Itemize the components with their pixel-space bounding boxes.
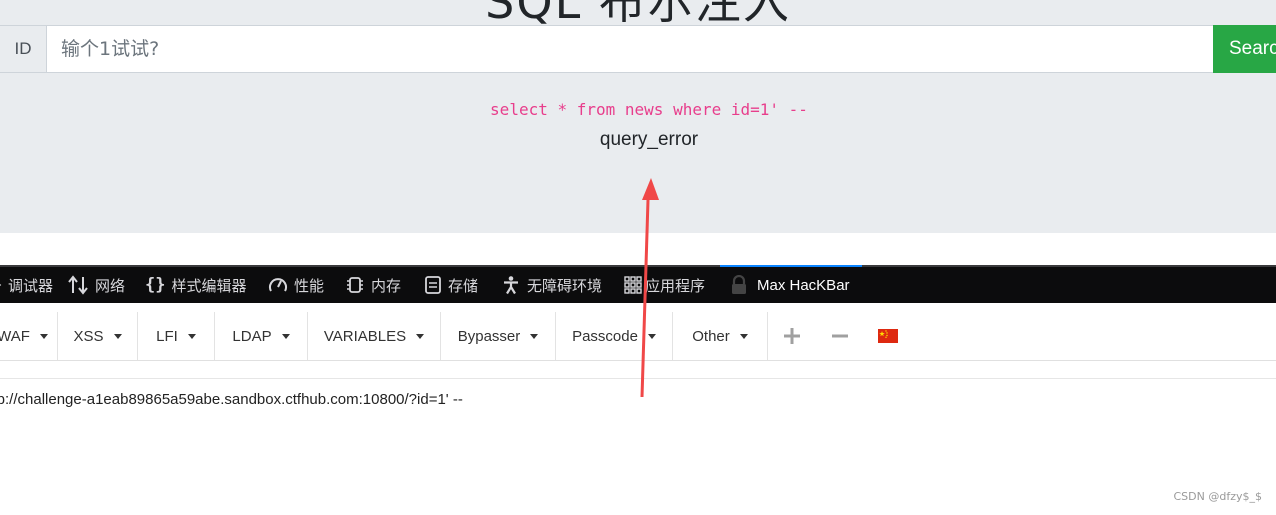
devtools-tab-bar: 调试器 网络 {} 样式编辑器 性能 内存 存储 无障碍环境 应用程序 Max … — [0, 265, 1276, 303]
minus-icon[interactable] — [816, 312, 864, 360]
tab-application[interactable]: 应用程序 — [624, 267, 705, 303]
chevron-down-icon — [416, 333, 425, 339]
china-flag-icon[interactable] — [864, 312, 912, 360]
xss-menu[interactable]: XSS — [58, 312, 138, 360]
other-menu[interactable]: Other — [673, 312, 768, 360]
plus-icon[interactable] — [768, 312, 816, 360]
memory-icon — [345, 275, 365, 295]
query-result-text: query_error — [599, 129, 699, 150]
tab-accessibility[interactable]: 无障碍环境 — [501, 267, 602, 303]
sql-query-text: select * from news where id=1' -- — [490, 100, 808, 119]
tab-network[interactable]: 网络 — [67, 267, 125, 303]
network-icon — [67, 275, 89, 295]
style-editor-icon: {} — [145, 275, 166, 295]
search-form: ID Search — [0, 25, 1276, 73]
ldap-menu[interactable]: LDAP — [215, 312, 308, 360]
query-panel: SQL 布尔注入 ID Search select * from news wh… — [0, 0, 1276, 233]
hackbar-icon — [730, 275, 748, 295]
chevron-down-icon — [187, 333, 196, 339]
chevron-down-icon — [281, 333, 290, 339]
tab-storage[interactable]: 存储 — [424, 267, 478, 303]
debugger-icon — [0, 278, 2, 292]
tab-performance[interactable]: 性能 — [268, 267, 324, 303]
accessibility-icon — [501, 275, 521, 295]
toolbar-divider — [0, 378, 1276, 379]
watermark: CSDN @dfzy$_$ — [1173, 490, 1263, 503]
chevron-down-icon — [113, 333, 122, 339]
passcode-menu[interactable]: Passcode — [556, 312, 673, 360]
tab-style-editor[interactable]: {} 样式编辑器 — [145, 267, 247, 303]
tab-debugger[interactable]: 调试器 — [0, 267, 53, 303]
tab-memory[interactable]: 内存 — [345, 267, 401, 303]
bypasser-menu[interactable]: Bypasser — [441, 312, 556, 360]
id-input[interactable] — [47, 25, 1228, 73]
search-button[interactable]: Search — [1213, 25, 1276, 73]
hackbar-toolbar: WAF XSS LFI LDAP VARIABLES Bypasser Pass… — [0, 312, 1276, 361]
waf-menu[interactable]: WAF — [0, 312, 58, 360]
hackbar-url-field[interactable]: http://challenge-a1eab89865a59abe.sandbo… — [0, 391, 463, 408]
chevron-down-icon — [739, 333, 748, 339]
chevron-down-icon — [39, 333, 48, 339]
chevron-down-icon — [647, 333, 656, 339]
lfi-menu[interactable]: LFI — [138, 312, 215, 360]
performance-icon — [268, 276, 288, 294]
chevron-down-icon — [530, 333, 539, 339]
application-icon — [624, 276, 642, 294]
id-label: ID — [0, 25, 47, 73]
storage-icon — [424, 275, 442, 295]
variables-menu[interactable]: VARIABLES — [308, 312, 441, 360]
tab-max-hackbar[interactable]: Max HacKBar — [720, 265, 862, 303]
